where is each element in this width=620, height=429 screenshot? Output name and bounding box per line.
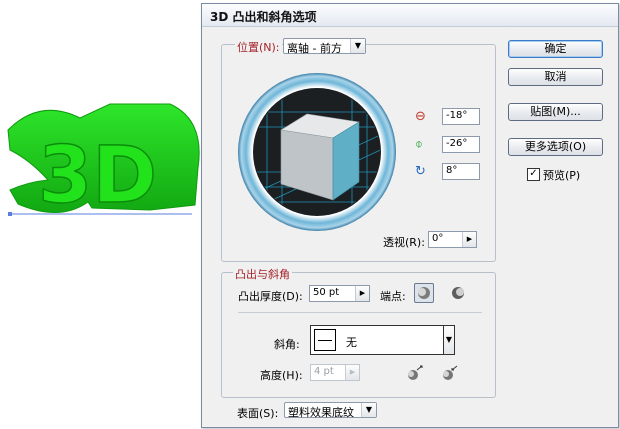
cap-off-button[interactable] <box>448 283 468 303</box>
map-button[interactable]: 贴图(M)... <box>508 103 603 121</box>
x-rotation-input[interactable]: -18° <box>442 108 480 125</box>
surface-value: 塑料效果底纹 <box>288 406 354 419</box>
extrude-depth-input[interactable]: 50 pt ▶ <box>309 285 370 302</box>
divider <box>238 312 482 313</box>
bevel-value: 无 <box>346 336 357 349</box>
perspective-label: 透视(R): <box>383 236 425 249</box>
height-label: 高度(H): <box>260 369 303 382</box>
checkmark-icon: ✓ <box>527 168 540 181</box>
bevel-extent-in-button[interactable] <box>440 363 460 383</box>
height-input[interactable]: 4 pt ▶ <box>310 364 360 381</box>
z-axis-rotation-icon: ↻ <box>415 164 426 179</box>
chevron-down-icon[interactable]: ▼ <box>443 325 455 355</box>
chevron-right-icon[interactable]: ▶ <box>345 365 359 380</box>
bevel-extent-out-button[interactable] <box>405 363 425 383</box>
position-dropdown[interactable]: 离轴 - 前方 ▼ <box>283 38 366 55</box>
extrude-depth-label: 凸出厚度(D): <box>238 290 303 303</box>
extrude-depth-value: 50 pt <box>313 287 340 298</box>
3d-text-front: 3D <box>38 131 157 221</box>
cap-on-button[interactable] <box>414 283 434 303</box>
position-label: 位置(N): <box>235 39 282 55</box>
extrude-bevel-dialog: 3D 凸出和斜角选项 位置(N): 离轴 - 前方 ▼ ⊖ -18° ⌽ -26… <box>201 3 619 428</box>
perspective-value: 0° <box>432 233 444 244</box>
chevron-right-icon[interactable]: ▶ <box>355 286 369 301</box>
perspective-input[interactable]: 0° ▶ <box>428 231 477 248</box>
x-axis-rotation-icon: ⊖ <box>415 109 426 124</box>
ok-button[interactable]: 确定 <box>508 40 603 58</box>
y-axis-rotation-icon: ⌽ <box>415 137 423 152</box>
position-value: 离轴 - 前方 <box>287 42 342 55</box>
chevron-down-icon: ▼ <box>361 403 376 417</box>
dialog-title: 3D 凸出和斜角选项 <box>210 10 317 24</box>
chevron-down-icon: ▼ <box>350 39 365 53</box>
rotation-track-cube[interactable] <box>237 72 397 232</box>
bevel-preview-icon <box>314 329 336 351</box>
surface-label: 表面(S): <box>237 407 279 420</box>
bevel-label: 斜角: <box>274 338 300 351</box>
y-rotation-input[interactable]: -26° <box>442 136 480 153</box>
surface-dropdown[interactable]: 塑料效果底纹 ▼ <box>284 402 377 419</box>
bevel-dropdown[interactable]: 无 ▼ <box>310 325 455 355</box>
3d-text-artwork[interactable]: 3D <box>0 90 205 240</box>
extrude-section-heading: 凸出与斜角 <box>233 266 292 282</box>
cancel-button[interactable]: 取消 <box>508 68 603 86</box>
z-rotation-input[interactable]: 8° <box>442 163 480 180</box>
chevron-right-icon[interactable]: ▶ <box>462 232 476 247</box>
more-options-button[interactable]: 更多选项(O) <box>508 138 603 156</box>
height-value: 4 pt <box>314 366 334 377</box>
title-bar[interactable]: 3D 凸出和斜角选项 <box>202 4 618 27</box>
cap-label: 端点: <box>380 290 406 303</box>
preview-label: 预览(P) <box>543 169 581 182</box>
